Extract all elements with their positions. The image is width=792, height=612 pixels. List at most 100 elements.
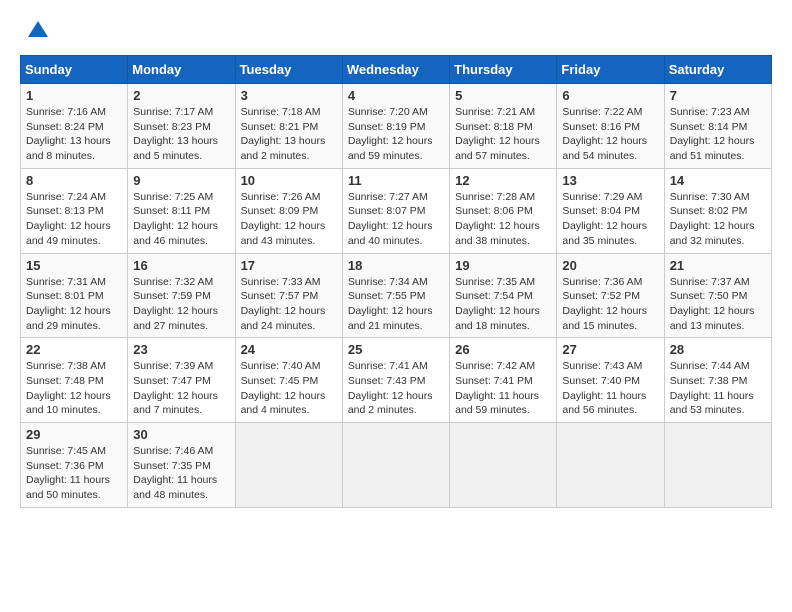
calendar-cell: 27 Sunrise: 7:43 AM Sunset: 7:40 PM Dayl… (557, 338, 664, 423)
day-info: Sunrise: 7:25 AM Sunset: 8:11 PM Dayligh… (133, 190, 229, 249)
calendar-cell: 6 Sunrise: 7:22 AM Sunset: 8:16 PM Dayli… (557, 84, 664, 169)
day-number: 5 (455, 88, 551, 103)
calendar-cell: 12 Sunrise: 7:28 AM Sunset: 8:06 PM Dayl… (450, 168, 557, 253)
day-info: Sunrise: 7:34 AM Sunset: 7:55 PM Dayligh… (348, 275, 444, 334)
calendar-cell: 30 Sunrise: 7:46 AM Sunset: 7:35 PM Dayl… (128, 423, 235, 508)
calendar-cell: 10 Sunrise: 7:26 AM Sunset: 8:09 PM Dayl… (235, 168, 342, 253)
day-number: 17 (241, 258, 337, 273)
day-info: Sunrise: 7:23 AM Sunset: 8:14 PM Dayligh… (670, 105, 766, 164)
col-header-wednesday: Wednesday (342, 56, 449, 84)
day-info: Sunrise: 7:22 AM Sunset: 8:16 PM Dayligh… (562, 105, 658, 164)
day-number: 18 (348, 258, 444, 273)
day-info: Sunrise: 7:38 AM Sunset: 7:48 PM Dayligh… (26, 359, 122, 418)
day-number: 29 (26, 427, 122, 442)
calendar-cell: 13 Sunrise: 7:29 AM Sunset: 8:04 PM Dayl… (557, 168, 664, 253)
calendar-cell: 17 Sunrise: 7:33 AM Sunset: 7:57 PM Dayl… (235, 253, 342, 338)
calendar-table: SundayMondayTuesdayWednesdayThursdayFrid… (20, 55, 772, 508)
day-number: 30 (133, 427, 229, 442)
day-info: Sunrise: 7:41 AM Sunset: 7:43 PM Dayligh… (348, 359, 444, 418)
day-number: 3 (241, 88, 337, 103)
day-info: Sunrise: 7:33 AM Sunset: 7:57 PM Dayligh… (241, 275, 337, 334)
calendar-cell: 18 Sunrise: 7:34 AM Sunset: 7:55 PM Dayl… (342, 253, 449, 338)
day-number: 16 (133, 258, 229, 273)
calendar-cell (235, 423, 342, 508)
day-number: 27 (562, 342, 658, 357)
day-number: 14 (670, 173, 766, 188)
day-number: 28 (670, 342, 766, 357)
day-info: Sunrise: 7:16 AM Sunset: 8:24 PM Dayligh… (26, 105, 122, 164)
col-header-tuesday: Tuesday (235, 56, 342, 84)
day-number: 1 (26, 88, 122, 103)
calendar-header-row: SundayMondayTuesdayWednesdayThursdayFrid… (21, 56, 772, 84)
calendar-cell: 15 Sunrise: 7:31 AM Sunset: 8:01 PM Dayl… (21, 253, 128, 338)
day-info: Sunrise: 7:28 AM Sunset: 8:06 PM Dayligh… (455, 190, 551, 249)
calendar-cell: 22 Sunrise: 7:38 AM Sunset: 7:48 PM Dayl… (21, 338, 128, 423)
col-header-thursday: Thursday (450, 56, 557, 84)
calendar-cell: 2 Sunrise: 7:17 AM Sunset: 8:23 PM Dayli… (128, 84, 235, 169)
calendar-cell: 24 Sunrise: 7:40 AM Sunset: 7:45 PM Dayl… (235, 338, 342, 423)
day-info: Sunrise: 7:31 AM Sunset: 8:01 PM Dayligh… (26, 275, 122, 334)
col-header-saturday: Saturday (664, 56, 771, 84)
calendar-cell: 23 Sunrise: 7:39 AM Sunset: 7:47 PM Dayl… (128, 338, 235, 423)
col-header-monday: Monday (128, 56, 235, 84)
week-row-1: 1 Sunrise: 7:16 AM Sunset: 8:24 PM Dayli… (21, 84, 772, 169)
calendar-cell: 3 Sunrise: 7:18 AM Sunset: 8:21 PM Dayli… (235, 84, 342, 169)
calendar-cell: 29 Sunrise: 7:45 AM Sunset: 7:36 PM Dayl… (21, 423, 128, 508)
week-row-2: 8 Sunrise: 7:24 AM Sunset: 8:13 PM Dayli… (21, 168, 772, 253)
day-info: Sunrise: 7:39 AM Sunset: 7:47 PM Dayligh… (133, 359, 229, 418)
calendar-cell: 20 Sunrise: 7:36 AM Sunset: 7:52 PM Dayl… (557, 253, 664, 338)
day-info: Sunrise: 7:24 AM Sunset: 8:13 PM Dayligh… (26, 190, 122, 249)
day-info: Sunrise: 7:40 AM Sunset: 7:45 PM Dayligh… (241, 359, 337, 418)
day-number: 26 (455, 342, 551, 357)
day-info: Sunrise: 7:32 AM Sunset: 7:59 PM Dayligh… (133, 275, 229, 334)
week-row-3: 15 Sunrise: 7:31 AM Sunset: 8:01 PM Dayl… (21, 253, 772, 338)
header (20, 20, 772, 45)
calendar-cell (557, 423, 664, 508)
day-number: 8 (26, 173, 122, 188)
calendar-cell: 9 Sunrise: 7:25 AM Sunset: 8:11 PM Dayli… (128, 168, 235, 253)
day-number: 9 (133, 173, 229, 188)
calendar-cell: 26 Sunrise: 7:42 AM Sunset: 7:41 PM Dayl… (450, 338, 557, 423)
day-number: 11 (348, 173, 444, 188)
calendar-cell: 4 Sunrise: 7:20 AM Sunset: 8:19 PM Dayli… (342, 84, 449, 169)
day-info: Sunrise: 7:37 AM Sunset: 7:50 PM Dayligh… (670, 275, 766, 334)
day-number: 19 (455, 258, 551, 273)
day-number: 4 (348, 88, 444, 103)
day-info: Sunrise: 7:46 AM Sunset: 7:35 PM Dayligh… (133, 444, 229, 503)
calendar-cell: 14 Sunrise: 7:30 AM Sunset: 8:02 PM Dayl… (664, 168, 771, 253)
day-info: Sunrise: 7:18 AM Sunset: 8:21 PM Dayligh… (241, 105, 337, 164)
calendar-cell: 28 Sunrise: 7:44 AM Sunset: 7:38 PM Dayl… (664, 338, 771, 423)
day-info: Sunrise: 7:42 AM Sunset: 7:41 PM Dayligh… (455, 359, 551, 418)
calendar-cell: 25 Sunrise: 7:41 AM Sunset: 7:43 PM Dayl… (342, 338, 449, 423)
col-header-sunday: Sunday (21, 56, 128, 84)
calendar-cell (450, 423, 557, 508)
day-info: Sunrise: 7:44 AM Sunset: 7:38 PM Dayligh… (670, 359, 766, 418)
calendar-cell: 11 Sunrise: 7:27 AM Sunset: 8:07 PM Dayl… (342, 168, 449, 253)
calendar-cell: 7 Sunrise: 7:23 AM Sunset: 8:14 PM Dayli… (664, 84, 771, 169)
day-info: Sunrise: 7:29 AM Sunset: 8:04 PM Dayligh… (562, 190, 658, 249)
day-info: Sunrise: 7:21 AM Sunset: 8:18 PM Dayligh… (455, 105, 551, 164)
day-number: 24 (241, 342, 337, 357)
day-info: Sunrise: 7:30 AM Sunset: 8:02 PM Dayligh… (670, 190, 766, 249)
day-number: 20 (562, 258, 658, 273)
day-info: Sunrise: 7:17 AM Sunset: 8:23 PM Dayligh… (133, 105, 229, 164)
day-info: Sunrise: 7:26 AM Sunset: 8:09 PM Dayligh… (241, 190, 337, 249)
day-number: 21 (670, 258, 766, 273)
calendar-cell: 19 Sunrise: 7:35 AM Sunset: 7:54 PM Dayl… (450, 253, 557, 338)
day-number: 2 (133, 88, 229, 103)
logo-icon (24, 17, 52, 45)
day-info: Sunrise: 7:35 AM Sunset: 7:54 PM Dayligh… (455, 275, 551, 334)
day-number: 12 (455, 173, 551, 188)
week-row-4: 22 Sunrise: 7:38 AM Sunset: 7:48 PM Dayl… (21, 338, 772, 423)
logo (20, 25, 52, 45)
calendar-cell: 21 Sunrise: 7:37 AM Sunset: 7:50 PM Dayl… (664, 253, 771, 338)
day-number: 25 (348, 342, 444, 357)
calendar-cell: 16 Sunrise: 7:32 AM Sunset: 7:59 PM Dayl… (128, 253, 235, 338)
calendar-cell: 5 Sunrise: 7:21 AM Sunset: 8:18 PM Dayli… (450, 84, 557, 169)
calendar-cell: 8 Sunrise: 7:24 AM Sunset: 8:13 PM Dayli… (21, 168, 128, 253)
day-number: 7 (670, 88, 766, 103)
day-info: Sunrise: 7:27 AM Sunset: 8:07 PM Dayligh… (348, 190, 444, 249)
day-number: 22 (26, 342, 122, 357)
col-header-friday: Friday (557, 56, 664, 84)
day-number: 15 (26, 258, 122, 273)
